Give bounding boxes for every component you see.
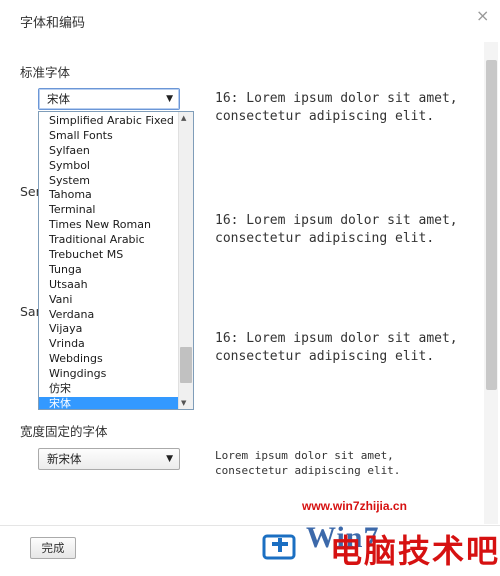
page-scrollbar-thumb[interactable]: [486, 60, 497, 390]
fixed-font-label: 宽度固定的字体: [20, 424, 108, 439]
close-icon[interactable]: ×: [476, 6, 489, 25]
caret-down-icon: ▼: [166, 454, 173, 464]
sans-font-preview: 16: Lorem ipsum dolor sit amet, consecte…: [215, 330, 458, 366]
serif-font-preview: 16: Lorem ipsum dolor sit amet, consecte…: [215, 212, 458, 248]
font-option[interactable]: Wingdings: [39, 367, 193, 382]
caret-down-icon: ▼: [166, 94, 173, 104]
font-option[interactable]: 仿宋: [39, 382, 193, 397]
dropdown-scrollbar[interactable]: ▲ ▼: [178, 112, 193, 409]
fixed-font-value: 新宋体: [47, 452, 82, 466]
preview-line: 16: Lorem ipsum dolor sit amet,: [215, 213, 458, 228]
font-option[interactable]: Verdana: [39, 308, 193, 323]
standard-font-preview: 16: Lorem ipsum dolor sit amet, consecte…: [215, 90, 458, 126]
font-option[interactable]: Vrinda: [39, 337, 193, 352]
font-option[interactable]: Small Fonts: [39, 129, 193, 144]
preview-line: Lorem ipsum dolor sit amet,: [215, 449, 394, 462]
preview-line: consectetur adipiscing elit.: [215, 349, 435, 364]
done-button[interactable]: 完成: [30, 537, 76, 559]
font-option-selected[interactable]: 宋体: [39, 396, 193, 409]
font-option[interactable]: Simplified Arabic Fixed: [39, 114, 193, 129]
watermark-text: 电脑技术吧: [330, 533, 500, 569]
font-option[interactable]: Terminal: [39, 203, 193, 218]
fixed-font-select[interactable]: 新宋体 ▼: [38, 448, 180, 470]
standard-font-select[interactable]: 宋体 ▼: [38, 88, 180, 110]
dropdown-scrollbar-thumb[interactable]: [180, 347, 192, 383]
font-option[interactable]: Tahoma: [39, 188, 193, 203]
dialog-title: 字体和编码: [20, 16, 86, 31]
font-option[interactable]: Times New Roman: [39, 218, 193, 233]
preview-line: consectetur adipiscing elit.: [215, 109, 435, 124]
font-option[interactable]: Sylfaen: [39, 144, 193, 159]
preview-line: 16: Lorem ipsum dolor sit amet,: [215, 331, 458, 346]
fixed-font-preview: Lorem ipsum dolor sit amet, consectetur …: [215, 448, 400, 478]
font-option[interactable]: Vani: [39, 293, 193, 308]
preview-line: 16: Lorem ipsum dolor sit amet,: [215, 91, 458, 106]
standard-font-value: 宋体: [47, 92, 70, 106]
font-option[interactable]: System: [39, 174, 193, 189]
font-option[interactable]: Tunga: [39, 263, 193, 278]
scroll-up-icon[interactable]: ▲: [181, 114, 186, 122]
font-option[interactable]: Vijaya: [39, 322, 193, 337]
font-option[interactable]: Utsaah: [39, 278, 193, 293]
watermark-logo-icon: [262, 532, 304, 566]
watermark-url: www.win7zhijia.cn: [302, 499, 407, 513]
scroll-down-icon[interactable]: ▼: [181, 399, 186, 407]
font-option[interactable]: Symbol: [39, 159, 193, 174]
preview-line: consectetur adipiscing elit.: [215, 231, 435, 246]
preview-line: consectetur adipiscing elit.: [215, 464, 401, 477]
font-option[interactable]: Trebuchet MS: [39, 248, 193, 263]
font-option[interactable]: Webdings: [39, 352, 193, 367]
font-dropdown-items: Simplified Arabic Fixed Small Fonts Sylf…: [39, 112, 193, 409]
font-dropdown-list[interactable]: Simplified Arabic Fixed Small Fonts Sylf…: [38, 111, 194, 410]
font-option[interactable]: Traditional Arabic: [39, 233, 193, 248]
standard-font-label: 标准字体: [20, 65, 71, 80]
